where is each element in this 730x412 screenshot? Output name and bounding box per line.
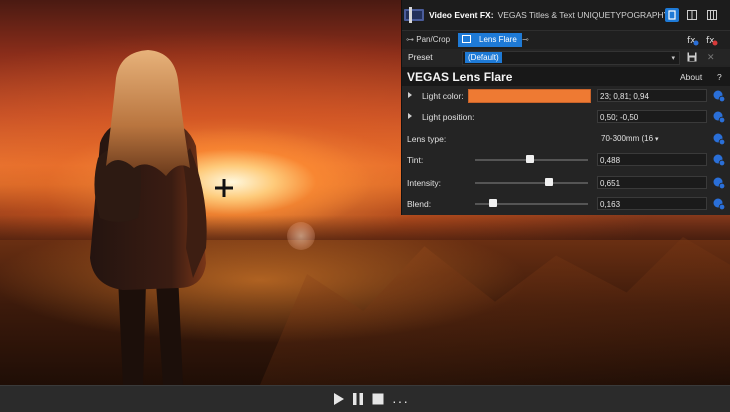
blend-value[interactable]: 0,163	[597, 197, 707, 210]
stop-button[interactable]	[372, 392, 384, 410]
preset-label: Preset	[408, 52, 433, 62]
param-intensity: Intensity: 0,651	[402, 174, 730, 192]
tint-value[interactable]: 0,488	[597, 153, 707, 166]
lens-type-label: Lens type:	[407, 134, 447, 144]
stop-icon	[372, 393, 384, 405]
preset-row: Preset (Default) ▾ ✕	[402, 49, 730, 65]
keyframe-icon[interactable]	[712, 132, 726, 146]
light-position-value[interactable]: 0,50; -0,50	[597, 110, 707, 123]
param-blend: Blend: 0,163	[402, 195, 730, 213]
chain-end-connector-icon: ⊸	[522, 35, 529, 44]
intensity-label: Intensity:	[407, 178, 442, 188]
param-tint: Tint: 0,488	[402, 151, 730, 169]
delete-preset-icon[interactable]: ✕	[707, 52, 715, 62]
video-event-fx-panel: Video Event FX: VEGAS Titles & Text UNIQU…	[401, 0, 730, 215]
layout-single-icon	[668, 10, 676, 20]
tab-pan-crop-label: Pan/Crop	[416, 35, 451, 44]
chevron-down-icon: ▾	[655, 136, 659, 143]
tab-lens-flare[interactable]: Lens Flare	[458, 33, 522, 47]
light-color-swatch[interactable]	[468, 89, 591, 103]
tint-label: Tint:	[407, 155, 424, 165]
layout-split-icon	[687, 10, 697, 20]
param-lens-type: Lens type: 70-300mm (16 ▾	[402, 130, 730, 148]
plugin-title: VEGAS Lens Flare	[407, 70, 513, 84]
window-title-detail: VEGAS Titles & Text UNIQUETYPOGRAPHY	[497, 10, 670, 20]
keyframe-icon[interactable]	[712, 153, 726, 167]
more-options-button[interactable]: ···	[392, 393, 409, 409]
light-color-value[interactable]: 23; 0,81; 0,94	[597, 89, 707, 102]
expand-arrow-icon[interactable]	[408, 92, 412, 98]
effect-icon	[462, 35, 471, 43]
plugin-chain-icon[interactable]: fx	[687, 34, 699, 46]
tab-pan-crop[interactable]: ⊶ Pan/Crop	[406, 33, 450, 47]
layout-triple-icon	[707, 10, 717, 20]
lens-type-dropdown[interactable]: 70-300mm (16 ▾	[601, 134, 659, 143]
plugin-header: VEGAS Lens Flare About ?	[402, 67, 730, 86]
chevron-down-icon: ▾	[671, 55, 675, 62]
pause-button[interactable]	[352, 392, 364, 410]
more-icon: ···	[392, 393, 409, 409]
about-button[interactable]: About	[680, 72, 702, 82]
person-silhouette	[90, 50, 207, 385]
intensity-slider-thumb[interactable]	[544, 178, 553, 186]
layout-split-button[interactable]	[685, 8, 699, 22]
app-logo-icon	[404, 7, 424, 23]
light-position-label: Light position:	[422, 112, 475, 122]
tab-lens-flare-label: Lens Flare	[479, 35, 517, 44]
tint-slider-thumb[interactable]	[526, 155, 535, 163]
param-light-color: Light color: 23; 0,81; 0,94	[402, 87, 730, 105]
keyframe-icon[interactable]	[712, 197, 726, 211]
fx-chain-tabs: ⊶ Pan/Crop Lens Flare ⊸ fx fx	[402, 30, 730, 49]
crosshair-cursor-icon	[215, 179, 233, 197]
save-preset-icon[interactable]	[687, 52, 697, 62]
help-button[interactable]: ?	[717, 72, 722, 82]
keyframe-icon[interactable]	[712, 176, 726, 190]
param-light-position: Light position: 0,50; -0,50	[402, 108, 730, 126]
transport-bar: ···	[0, 385, 730, 412]
expand-arrow-icon[interactable]	[408, 113, 412, 119]
pause-icon	[353, 393, 363, 405]
intensity-value[interactable]: 0,651	[597, 176, 707, 189]
play-icon	[334, 393, 344, 405]
window-title-prefix: Video Event FX:	[429, 10, 494, 20]
intensity-slider-track[interactable]	[475, 182, 588, 184]
keyframe-icon[interactable]	[712, 110, 726, 124]
window-titlebar: Video Event FX: VEGAS Titles & Text UNIQU…	[402, 0, 730, 30]
window-title: Video Event FX: VEGAS Titles & Text UNIQU…	[429, 10, 669, 20]
keyframe-icon[interactable]	[712, 89, 726, 103]
remove-fx-icon[interactable]: fx	[706, 34, 718, 46]
light-color-label: Light color:	[422, 91, 464, 101]
layout-single-button[interactable]	[665, 8, 679, 22]
lens-flare-orb	[287, 222, 315, 250]
blend-label: Blend:	[407, 199, 432, 209]
play-button[interactable]	[333, 392, 344, 410]
lens-type-value: 70-300mm (16	[601, 134, 654, 143]
preset-dropdown[interactable]: (Default) ▾	[462, 51, 680, 65]
blend-slider-thumb[interactable]	[489, 199, 498, 207]
preset-selected-value: (Default)	[465, 52, 502, 63]
layout-triple-button[interactable]	[705, 8, 719, 22]
plugin-chain-connector-icon: ⊶	[406, 35, 417, 44]
